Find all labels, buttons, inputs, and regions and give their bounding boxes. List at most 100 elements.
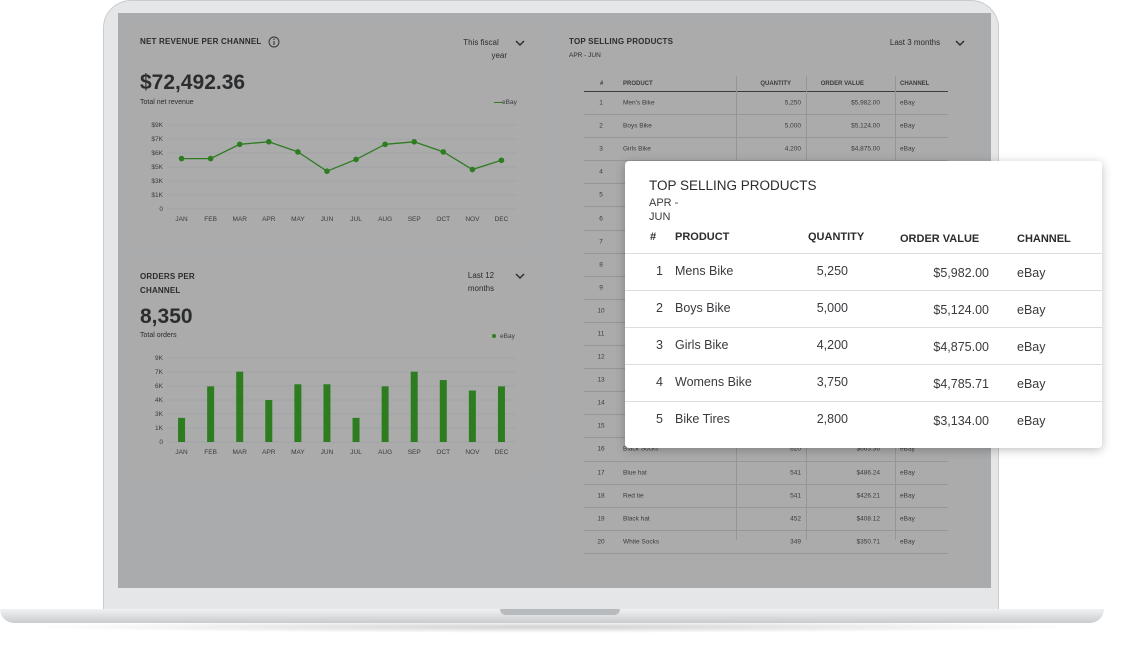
popup-cell-value: $4,875.00 [933,340,989,354]
info-icon[interactable] [268,36,280,48]
data-point[interactable] [178,155,185,162]
table-cell: Girls Bike [623,145,651,153]
chevron-down-icon[interactable] [955,40,965,47]
x-tick-label: NOV [465,449,480,456]
table-row[interactable]: 1 Men's Bike 5,250 $5,982.00 eBay [584,92,948,116]
popup-cell-channel: eBay [1017,303,1046,317]
x-tick-label: SEP [408,216,421,223]
x-tick-label: MAY [291,216,305,223]
x-tick-label: OCT [436,449,450,456]
y-tick-label: $5K [151,164,163,171]
table-cell: 14 [597,399,605,407]
data-point[interactable] [324,168,330,174]
x-tick-label: JUL [350,449,362,456]
data-point[interactable] [411,139,418,145]
bar[interactable] [410,371,418,442]
x-tick-label: DEC [495,216,509,223]
table-cell: $5,982.00 [851,99,880,107]
legend-label: eBay [500,333,515,340]
bar[interactable] [381,386,389,442]
bar[interactable] [207,386,215,442]
table-row[interactable]: 19 Black hat 452 $408.12 eBay [584,508,948,531]
table-cell: 7 [599,238,603,246]
bar[interactable] [294,384,302,442]
bar[interactable] [236,371,244,442]
x-tick-label: FEB [204,216,217,223]
popup-col-quantity: QUANTITY [808,231,865,243]
table-row[interactable]: 2 Boys Bike 5,000 $5,124.00 eBay [584,115,948,139]
popup-subtitle: APR - JUN [649,196,689,224]
table-row[interactable]: 3 Girls Bike 4,200 $4,875.00 eBay [584,138,948,162]
data-point[interactable] [295,149,301,155]
table-cell: 452 [790,515,801,523]
table-cell: eBay [900,469,915,477]
revenue-caption: Total net revenue [140,99,194,106]
data-point[interactable] [265,139,272,145]
table-cell: 17 [597,469,605,477]
revenue-card-title: NET REVENUE PER CHANNEL [140,37,262,46]
table-cell: Blue hat [623,469,647,477]
table-row[interactable]: 17 Blue hat 541 $486.24 eBay [584,462,948,485]
revenue-period-dropdown[interactable]: This fiscal year [455,36,507,62]
popup-table-row[interactable]: 5 Bike Tires 2,800 $3,134.00 eBay [625,401,1102,438]
products-header-cell: QUANTITY [760,80,791,87]
popup-cell-value: $5,124.00 [933,303,989,317]
y-tick-label: $1K [151,192,163,199]
bar[interactable] [178,417,186,442]
data-point[interactable] [498,157,505,164]
popup-table-row[interactable]: 4 Womens Bike 3,750 $4,785.71 eBay [625,364,1102,401]
x-tick-label: AUG [378,216,392,223]
orders-bar-chart: 0 1K 3K 4K 6K 7K 9K JAN FEB MAR APR MAY JUN JUL AUG SEP… [155,355,516,456]
popup-cell-value: $5,982.00 [933,266,989,280]
bar[interactable] [439,380,447,442]
popup-cell-channel: eBay [1017,377,1046,391]
table-cell: Boys Bike [623,122,652,130]
popup-table-row[interactable]: 3 Girls Bike 4,200 $4,875.00 eBay [625,327,1102,364]
x-tick-label: OCT [436,216,450,223]
laptop-notch [500,609,620,615]
legend-label: eBay [502,99,517,106]
orders-period-dropdown[interactable]: Last 12 months [458,269,504,295]
y-tick-label: 3K [155,411,164,418]
chevron-down-icon[interactable] [515,273,525,280]
chevron-down-icon[interactable] [515,40,525,47]
popup-cell-channel: eBay [1017,340,1046,354]
products-card-title: TOP SELLING PRODUCTS [569,37,674,46]
table-cell: Men's Bike [623,99,655,107]
data-point[interactable] [469,166,476,173]
table-cell: $486.24 [856,469,881,477]
data-point[interactable] [440,149,447,155]
table-cell: 5,000 [784,122,801,130]
bar[interactable] [497,386,505,442]
y-tick-label: 0 [159,206,163,213]
popup-table-row[interactable]: 1 Mens Bike 5,250 $5,982.00 eBay [625,253,1102,290]
popup-col-channel: CHANNEL [1017,233,1071,245]
table-row[interactable]: 20 White Socks 349 $350.71 eBay [584,531,948,554]
orders-legend: eBay [492,333,515,340]
popup-cell-qty: 5,000 [816,301,848,315]
table-row[interactable]: 18 Red tie 541 $426.21 eBay [584,485,948,508]
y-tick-label: $3K [151,178,163,185]
bar[interactable] [352,417,360,442]
x-tick-label: SEP [408,449,421,456]
table-cell: 2 [599,122,603,130]
x-tick-label: APR [262,216,276,223]
table-cell: eBay [900,515,915,523]
y-tick-label: 4K [155,397,164,404]
data-point[interactable] [207,155,214,162]
data-point[interactable] [382,141,388,148]
table-cell: 541 [790,492,801,500]
x-tick-label: JUN [321,216,334,223]
data-point[interactable] [236,141,243,148]
bar[interactable] [323,384,331,442]
data-point[interactable] [353,156,359,163]
popup-cell-n: 3 [656,338,663,352]
y-tick-label: $6K [151,150,163,157]
popup-table-row[interactable]: 2 Boys Bike 5,000 $5,124.00 eBay [625,290,1102,327]
popup-cell-channel: eBay [1017,266,1046,280]
bar[interactable] [468,390,476,442]
products-period-dropdown[interactable]: Last 3 months [884,36,946,49]
products-header-cell: ORDER VALUE [820,80,864,87]
bar[interactable] [265,400,273,442]
table-cell: 18 [597,492,605,500]
